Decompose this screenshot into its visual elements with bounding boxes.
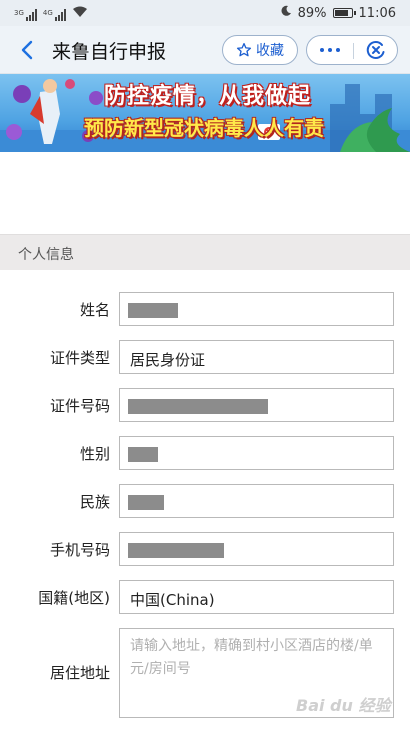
gender-label: 性别 [79,445,110,463]
banner-title: 防控疫情，从我做起 [104,84,312,109]
signal-indicators: 3G 4G [14,6,88,21]
epidemic-banner: 防控疫情，从我做起 预防新型冠状病毒人人有责 [0,74,410,152]
nationality-select[interactable]: 中国(China) [119,580,394,614]
redacted-value [128,543,224,558]
nationality-value: 中国(China) [130,591,215,609]
star-icon [236,43,252,57]
favorite-button[interactable]: 收藏 [222,35,298,65]
redacted-value [128,447,158,462]
battery-percent: 89% [297,5,327,21]
signal-icon: 3G [14,9,37,21]
watermark-logo: Bai du 经验 [296,696,391,715]
clipped-notice-text [18,226,390,232]
name-field[interactable] [119,292,394,326]
status-right: 89% 11:06 [280,5,396,21]
section-title: 个人信息 [18,247,74,263]
chevron-left-icon [21,40,33,60]
id-type-label: 证件类型 [49,349,110,367]
favorite-label: 收藏 [256,43,284,59]
redacted-value [128,303,178,318]
moon-icon [280,5,292,21]
close-circle-icon [366,41,385,59]
id-type-select[interactable]: 居民身份证 [119,340,394,374]
address-label: 居住地址 [49,664,110,682]
more-dots-icon [320,48,324,52]
redacted-value [128,399,268,414]
more-button[interactable] [307,36,353,64]
wifi-icon [72,6,88,21]
phone-field[interactable] [119,532,394,566]
signal-icon: 4G [43,9,66,21]
content-gap [0,152,410,228]
redacted-value [128,495,164,510]
nationality-label: 国籍(地区) [38,589,110,607]
battery-icon [332,8,356,18]
network-type-label: 4G [42,9,53,17]
page-title: 来鲁自行申报 [52,41,167,63]
ethnicity-field[interactable] [119,484,394,518]
gender-field[interactable] [119,436,394,470]
section-header: 个人信息 [0,234,410,270]
nav-bar: 来鲁自行申报 收藏 [0,26,410,74]
close-button[interactable] [353,36,399,64]
status-bar: 3G 4G 89% 11:06 [0,0,410,26]
name-label: 姓名 [79,301,110,319]
id-number-label: 证件号码 [49,397,110,415]
id-type-value: 居民身份证 [130,351,206,369]
phone-label: 手机号码 [49,541,110,559]
network-type-label: 3G [14,9,24,17]
banner-subtitle: 预防新型冠状病毒人人有责 [84,116,324,140]
id-number-field[interactable] [119,388,394,422]
ethnicity-label: 民族 [79,493,110,511]
back-button[interactable] [14,36,40,64]
mini-program-capsule [306,35,398,65]
clock: 11:06 [358,5,396,21]
